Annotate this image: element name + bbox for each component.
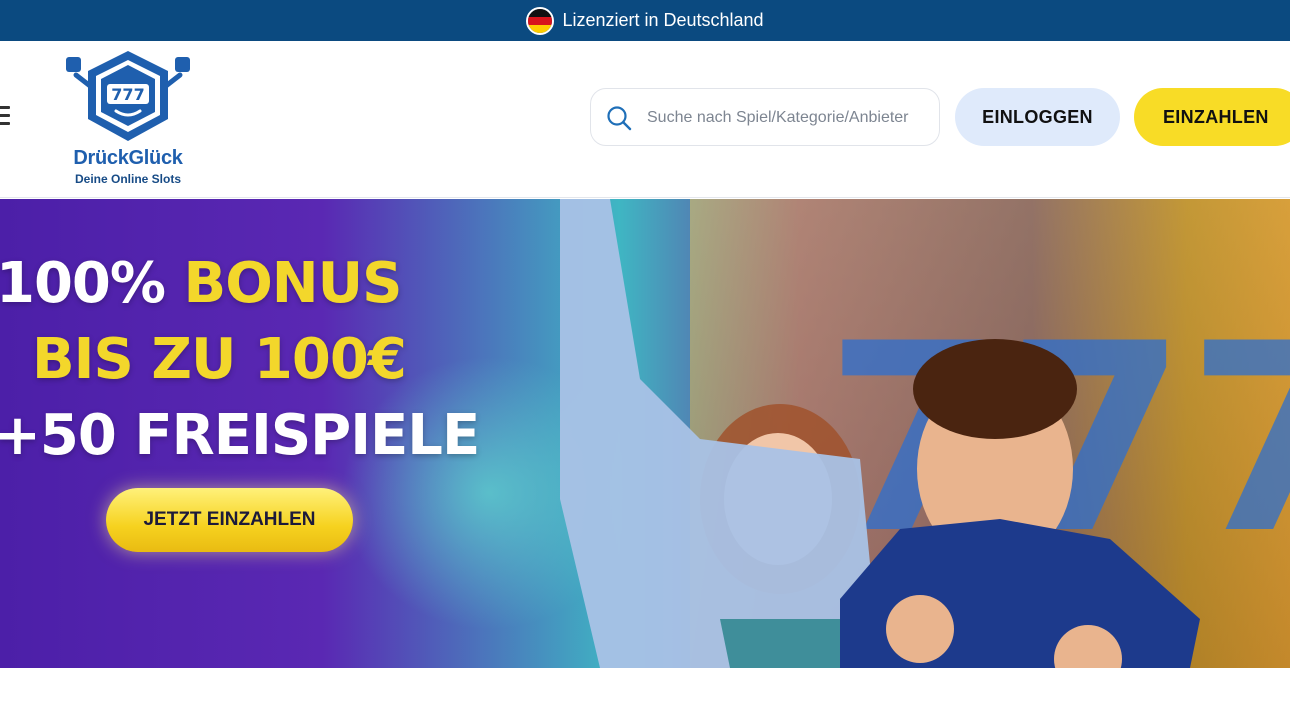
logo-wordmark: DrückGlück	[73, 147, 183, 169]
logo-tagline: Deine Online Slots	[74, 172, 182, 186]
site-header: 777 DrückGlück Deine Online Slots EINLOG…	[0, 41, 1290, 198]
promo-banner[interactable]: 777 100% BONUS BIS ZU 100€ +50 FREISPIEL…	[0, 199, 1290, 668]
bonus-headline-line2: BIS ZU 100€	[32, 327, 407, 392]
bonus-headline-line1: 100% BONUS	[0, 251, 402, 316]
search-input[interactable]	[647, 99, 932, 137]
license-text: Lizenziert in Deutschland	[562, 10, 764, 30]
search-box[interactable]	[590, 88, 940, 146]
deposit-now-button[interactable]: JETZT EINZAHLEN	[106, 488, 353, 552]
deposit-button[interactable]: EINZAHLEN	[1134, 88, 1290, 146]
search-icon	[607, 106, 632, 131]
slot-machine-logo-icon: 777	[66, 51, 190, 141]
site-logo[interactable]: 777 DrückGlück Deine Online Slots	[58, 49, 198, 189]
login-button[interactable]: EINLOGGEN	[955, 88, 1120, 146]
germany-flag-icon	[526, 6, 555, 35]
hamburger-menu-icon[interactable]	[0, 106, 10, 126]
bonus-headline-line3: +50 FREISPIELE	[0, 403, 480, 468]
license-bar: Lizenziert in Deutschland	[0, 0, 1290, 41]
svg-text:777: 777	[111, 85, 144, 104]
